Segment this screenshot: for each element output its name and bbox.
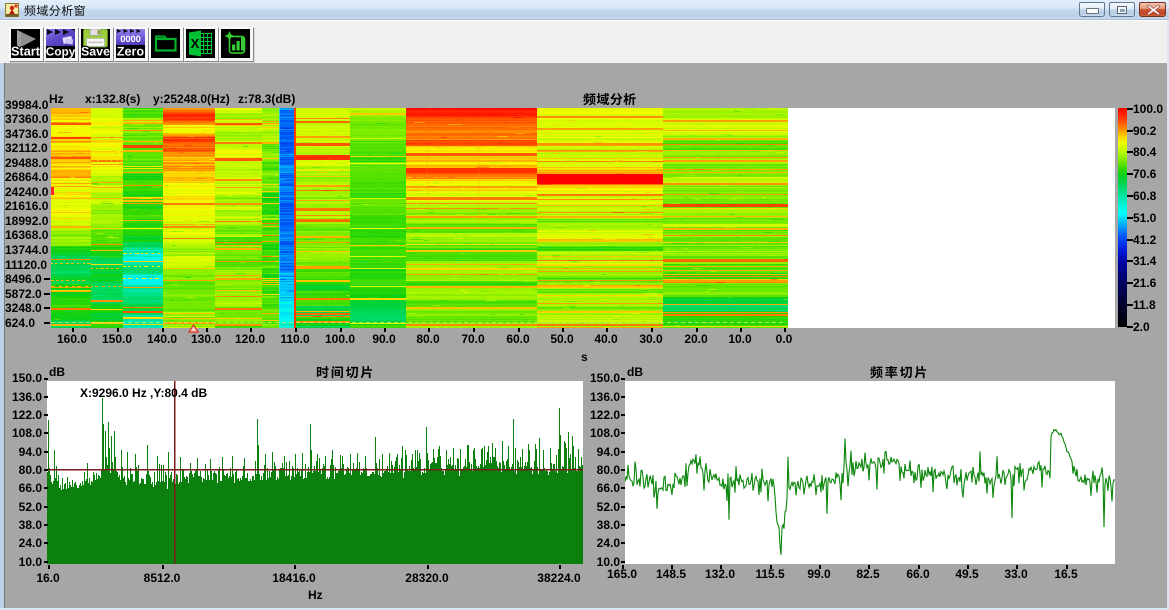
svg-text:X: X — [191, 36, 200, 51]
